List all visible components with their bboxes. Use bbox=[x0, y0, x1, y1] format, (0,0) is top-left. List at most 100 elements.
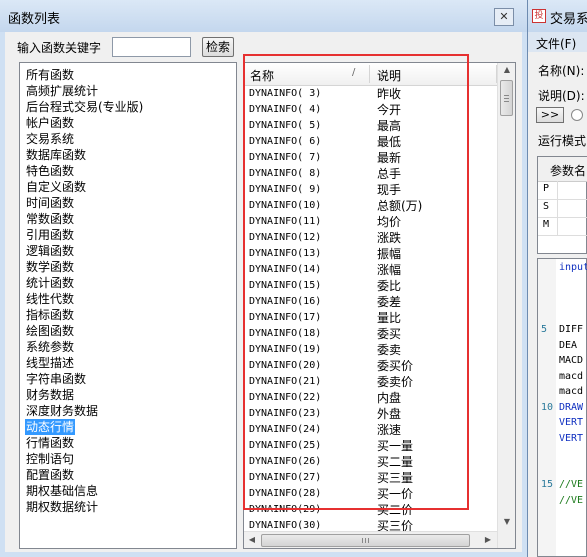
table-row[interactable]: DYNAINFO(11) 均价 bbox=[244, 214, 497, 230]
table-row[interactable]: DYNAINFO(16) 委差 bbox=[244, 294, 497, 310]
code-line[interactable]: DEA bbox=[559, 340, 583, 351]
dialog-titlebar[interactable]: 函数列表 ✕ bbox=[0, 0, 527, 32]
category-item[interactable]: 数据库函数 bbox=[25, 147, 87, 163]
function-description-cell: 买一量 bbox=[377, 439, 414, 453]
table-row[interactable]: DYNAINFO( 3) 昨收 bbox=[244, 86, 497, 102]
column-header-name[interactable]: 名称 bbox=[250, 67, 274, 84]
parameter-name-cell: P bbox=[543, 183, 550, 194]
table-row[interactable]: DYNAINFO( 7) 最新 bbox=[244, 150, 497, 166]
category-item[interactable]: 控制语句 bbox=[25, 451, 75, 467]
code-line[interactable]: //VE bbox=[559, 479, 583, 490]
function-table[interactable]: 名称 / 说明 DYNAINFO( 3) 昨收 DYNAINFO( 4) 今开 DYNA… bbox=[243, 62, 516, 549]
code-line[interactable]: macd bbox=[559, 371, 583, 382]
category-item[interactable]: 指标函数 bbox=[25, 307, 75, 323]
function-name-cell: DYNAINFO(22) bbox=[249, 392, 322, 403]
scroll-down-icon[interactable]: ▼ bbox=[501, 517, 513, 531]
code-line[interactable]: VERT bbox=[559, 417, 583, 428]
code-editor[interactable]: input 5 DIFF DEA MACD macd macd 10 DRAW VERT VERT… bbox=[537, 258, 587, 557]
table-row[interactable]: DYNAINFO(23) 外盘 bbox=[244, 406, 497, 422]
code-line[interactable]: DRAW bbox=[559, 402, 583, 413]
table-row[interactable]: DYNAINFO(22) 内盘 bbox=[244, 390, 497, 406]
category-item[interactable]: 动态行情 bbox=[25, 419, 76, 435]
scroll-left-icon[interactable]: ◀ bbox=[246, 535, 258, 547]
category-item[interactable]: 期权数据统计 bbox=[25, 499, 99, 515]
scroll-right-icon[interactable]: ▶ bbox=[482, 535, 494, 547]
category-item[interactable]: 线性代数 bbox=[25, 291, 75, 307]
menu-file[interactable]: 文件(F) bbox=[536, 35, 576, 52]
parameter-row[interactable]: M bbox=[538, 217, 587, 236]
table-row[interactable]: DYNAINFO(14) 涨幅 bbox=[244, 262, 497, 278]
category-item[interactable]: 配置函数 bbox=[25, 467, 75, 483]
code-line[interactable]: DIFF bbox=[559, 324, 583, 335]
category-item[interactable]: 行情函数 bbox=[25, 435, 75, 451]
category-item[interactable]: 引用函数 bbox=[25, 227, 75, 243]
table-row[interactable]: DYNAINFO(24) 涨速 bbox=[244, 422, 497, 438]
table-row[interactable]: DYNAINFO(17) 量比 bbox=[244, 310, 497, 326]
vertical-scrollbar[interactable]: ▲ ▼ bbox=[497, 63, 515, 548]
category-item[interactable]: 帐户函数 bbox=[25, 115, 75, 131]
table-row[interactable]: DYNAINFO(25) 买一量 bbox=[244, 438, 497, 454]
category-item[interactable]: 字符串函数 bbox=[25, 371, 87, 387]
function-name-cell: DYNAINFO( 6) bbox=[249, 136, 322, 147]
code-line[interactable]: VERT bbox=[559, 433, 583, 444]
category-item[interactable]: 数学函数 bbox=[25, 259, 75, 275]
search-input[interactable] bbox=[112, 37, 191, 57]
table-row[interactable]: DYNAINFO(18) 委买 bbox=[244, 326, 497, 342]
table-row[interactable]: DYNAINFO(15) 委比 bbox=[244, 278, 497, 294]
table-row[interactable]: DYNAINFO(26) 买二量 bbox=[244, 454, 497, 470]
category-item[interactable]: 所有函数 bbox=[25, 67, 75, 83]
horizontal-scrollbar[interactable]: ◀ ▶ bbox=[244, 531, 497, 548]
category-item[interactable]: 线型描述 bbox=[25, 355, 75, 371]
category-item[interactable]: 后台程式交易(专业版) bbox=[25, 99, 144, 115]
category-item[interactable]: 特色函数 bbox=[25, 163, 75, 179]
column-header-description[interactable]: 说明 bbox=[377, 67, 401, 84]
radio-button[interactable] bbox=[571, 109, 583, 121]
close-button[interactable]: ✕ bbox=[494, 8, 514, 26]
table-row[interactable]: DYNAINFO(28) 买一价 bbox=[244, 486, 497, 502]
category-item[interactable]: 常数函数 bbox=[25, 211, 75, 227]
category-item[interactable]: 高频扩展统计 bbox=[25, 83, 99, 99]
table-row[interactable]: DYNAINFO(13) 振幅 bbox=[244, 246, 497, 262]
table-row[interactable]: DYNAINFO(21) 委卖价 bbox=[244, 374, 497, 390]
table-row[interactable]: DYNAINFO(29) 买二价 bbox=[244, 502, 497, 518]
category-item[interactable]: 深度财务数据 bbox=[25, 403, 99, 419]
table-row[interactable]: DYNAINFO( 5) 最高 bbox=[244, 118, 497, 134]
horizontal-scroll-thumb[interactable] bbox=[261, 534, 470, 547]
code-line[interactable]: //VE bbox=[559, 495, 583, 506]
category-list[interactable]: 所有函数 高频扩展统计 后台程式交易(专业版) 帐户函数 交易系统 数据库函数 特色函数 自定… bbox=[19, 62, 237, 549]
category-item[interactable]: 自定义函数 bbox=[25, 179, 87, 195]
bg-window-titlebar[interactable]: 投 交易系 bbox=[528, 0, 587, 32]
function-description-cell: 内盘 bbox=[377, 391, 402, 405]
column-divider[interactable] bbox=[369, 65, 370, 83]
parameter-row[interactable]: S bbox=[538, 199, 587, 218]
category-item[interactable]: 财务数据 bbox=[25, 387, 75, 403]
table-row[interactable]: DYNAINFO(27) 买三量 bbox=[244, 470, 497, 486]
category-item[interactable]: 交易系统 bbox=[25, 131, 75, 147]
table-row[interactable]: DYNAINFO(20) 委买价 bbox=[244, 358, 497, 374]
table-row[interactable]: DYNAINFO( 8) 总手 bbox=[244, 166, 497, 182]
search-label: 输入函数关键字 bbox=[17, 41, 102, 55]
category-item[interactable]: 系统参数 bbox=[25, 339, 75, 355]
code-line[interactable]: input bbox=[559, 262, 587, 273]
category-item[interactable]: 逻辑函数 bbox=[25, 243, 75, 259]
table-row[interactable]: DYNAINFO( 6) 最低 bbox=[244, 134, 497, 150]
scroll-up-icon[interactable]: ▲ bbox=[501, 65, 513, 79]
nav-button[interactable]: >> bbox=[536, 107, 564, 123]
parameter-row[interactable]: P bbox=[538, 181, 587, 200]
function-name-cell: DYNAINFO( 4) bbox=[249, 104, 322, 115]
category-item[interactable]: 时间函数 bbox=[25, 195, 75, 211]
category-item[interactable]: 绘图函数 bbox=[25, 323, 75, 339]
code-line[interactable]: MACD bbox=[559, 355, 583, 366]
table-row[interactable]: DYNAINFO(10) 总额(万) bbox=[244, 198, 497, 214]
category-item[interactable]: 统计函数 bbox=[25, 275, 75, 291]
code-line[interactable]: macd bbox=[559, 386, 583, 397]
search-button[interactable]: 检索 bbox=[202, 37, 234, 57]
vertical-scroll-thumb[interactable] bbox=[500, 80, 513, 116]
table-row[interactable]: DYNAINFO( 4) 今开 bbox=[244, 102, 497, 118]
table-row[interactable]: DYNAINFO( 9) 现手 bbox=[244, 182, 497, 198]
table-row[interactable]: DYNAINFO(12) 涨跌 bbox=[244, 230, 497, 246]
table-row[interactable]: DYNAINFO(19) 委卖 bbox=[244, 342, 497, 358]
category-item[interactable]: 期权基础信息 bbox=[25, 483, 99, 499]
parameter-grid[interactable]: 参数名 PSM bbox=[537, 156, 587, 254]
run-mode-label: 运行模式 bbox=[538, 134, 587, 148]
